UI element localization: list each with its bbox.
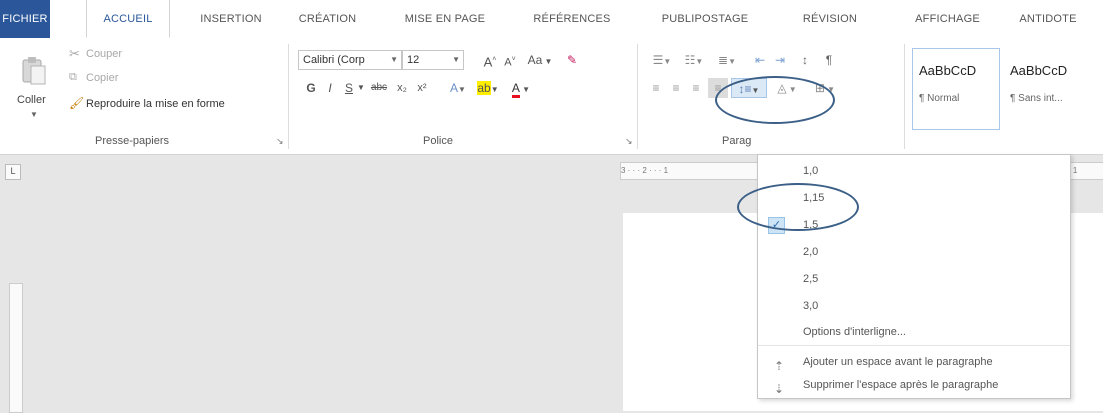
align-center-icon[interactable]: ≡ bbox=[668, 78, 684, 98]
menu-item-3-0[interactable]: 3,0 bbox=[758, 295, 1070, 317]
separator bbox=[288, 44, 289, 149]
scissors-icon: ✂ bbox=[69, 46, 80, 61]
numbering-icon[interactable]: ☷▼ bbox=[680, 50, 708, 70]
highlight-icon[interactable]: ab▼ bbox=[474, 78, 502, 98]
cut-button[interactable]: Couper bbox=[86, 48, 122, 60]
annotation-ellipse bbox=[715, 76, 835, 124]
decrease-indent-icon[interactable]: ⇤ bbox=[752, 50, 768, 70]
chevron-down-icon: ▼ bbox=[390, 55, 398, 64]
vertical-ruler[interactable] bbox=[9, 283, 23, 413]
tab-fichier[interactable]: FICHIER bbox=[0, 0, 50, 38]
clear-formatting-icon[interactable]: ✎ bbox=[563, 50, 581, 70]
clipboard-group-label: Presse-papiers bbox=[95, 135, 169, 147]
font-color-icon[interactable]: A ▼ bbox=[508, 78, 534, 98]
change-case-label: Aa bbox=[527, 53, 543, 67]
style-no-spacing[interactable]: AaBbCcD ¶ Sans int... bbox=[1003, 48, 1103, 130]
style-name: ¶ Sans int... bbox=[1010, 93, 1063, 104]
ribbon-tab-bar: FICHIER ACCUEIL INSERTION CRÉATION MISE … bbox=[0, 0, 1103, 39]
change-case-button[interactable]: Aa ▼ bbox=[525, 50, 555, 70]
paragraph-group-label: Parag bbox=[722, 135, 752, 147]
subscript-button[interactable]: x₂ bbox=[393, 78, 411, 98]
font-group-label: Police bbox=[423, 135, 453, 147]
sort-icon[interactable]: ↕ bbox=[797, 50, 813, 70]
tab-selector-icon[interactable]: L bbox=[5, 164, 21, 180]
shrink-font-icon[interactable]: A˅ bbox=[502, 50, 518, 70]
style-normal[interactable]: AaBbCcD ¶ Normal bbox=[912, 48, 1000, 130]
paste-icon bbox=[20, 56, 48, 86]
tab-creation[interactable]: CRÉATION bbox=[290, 0, 365, 38]
separator bbox=[637, 44, 638, 149]
copy-button[interactable]: Copier bbox=[86, 72, 118, 84]
remove-space-after-icon: ⇣ bbox=[774, 382, 785, 396]
tab-affichage[interactable]: AFFICHAGE bbox=[905, 0, 990, 38]
bold-button[interactable]: G bbox=[304, 78, 318, 98]
menu-item-2-0[interactable]: 2,0 bbox=[758, 241, 1070, 263]
tab-antidote[interactable]: ANTIDOTE bbox=[1008, 0, 1088, 38]
chevron-down-icon: ▼ bbox=[452, 55, 460, 64]
menu-item-2-5[interactable]: 2,5 bbox=[758, 268, 1070, 290]
tab-revision[interactable]: RÉVISION bbox=[790, 0, 870, 38]
font-size-value: 12 bbox=[407, 54, 420, 66]
text-effects-icon[interactable]: A▼ bbox=[447, 78, 469, 98]
style-name: ¶ Normal bbox=[919, 93, 960, 104]
menu-item-remove-space-after[interactable]: ⇣ Supprimer l'espace après le paragraphe bbox=[758, 374, 1070, 396]
separator bbox=[904, 44, 905, 149]
increase-indent-icon[interactable]: ⇥ bbox=[772, 50, 788, 70]
horizontal-ruler[interactable]: 3 · · · 2 · · · 1 bbox=[620, 162, 767, 180]
underline-button[interactable]: S bbox=[342, 78, 356, 98]
superscript-button[interactable]: x² bbox=[413, 78, 431, 98]
multilevel-list-icon[interactable]: ≣▼ bbox=[712, 50, 742, 70]
clipboard-launcher-icon[interactable]: ↘ bbox=[276, 137, 285, 146]
menu-item-add-space-before[interactable]: ⇡ Ajouter un espace avant le paragraphe bbox=[758, 351, 1070, 373]
style-sample: AaBbCcD bbox=[919, 63, 977, 78]
tab-references[interactable]: RÉFÉRENCES bbox=[522, 0, 622, 38]
bullets-icon[interactable]: ☰▼ bbox=[648, 50, 676, 70]
strikethrough-button[interactable]: abc bbox=[368, 78, 390, 98]
menu-item-1-0[interactable]: 1,0 bbox=[758, 160, 1070, 182]
font-name-combo[interactable]: Calibri (Corp ▼ bbox=[298, 50, 402, 70]
tab-insertion[interactable]: INSERTION bbox=[187, 0, 275, 38]
copy-icon: ⧉ bbox=[69, 71, 77, 83]
annotation-ellipse bbox=[737, 183, 859, 231]
font-launcher-icon[interactable]: ↘ bbox=[625, 137, 634, 146]
format-painter-button[interactable]: Reproduire la mise en forme bbox=[86, 98, 225, 110]
align-right-icon[interactable]: ≡ bbox=[688, 78, 704, 98]
font-name-value: Calibri (Corp bbox=[303, 54, 365, 66]
align-left-icon[interactable]: ≡ bbox=[648, 78, 664, 98]
font-size-combo[interactable]: 12 ▼ bbox=[402, 50, 464, 70]
pilcrow-icon[interactable]: ¶ bbox=[822, 50, 836, 70]
format-painter-icon: 🖌 bbox=[69, 96, 85, 110]
horizontal-ruler-right[interactable]: · 1 bbox=[1067, 162, 1103, 180]
tab-publipostage[interactable]: PUBLIPOSTAGE bbox=[650, 0, 760, 38]
grow-font-icon[interactable]: A˄ bbox=[482, 50, 498, 70]
tab-mise-en-page[interactable]: MISE EN PAGE bbox=[395, 0, 495, 38]
underline-dropdown-icon[interactable]: ▼ bbox=[356, 78, 366, 98]
ribbon-home: Coller ▼ ✂ Couper ⧉ Copier 🖌 Reproduire … bbox=[0, 38, 1103, 155]
italic-button[interactable]: I bbox=[324, 78, 336, 98]
paste-dropdown-chevron-icon[interactable]: ▼ bbox=[30, 110, 38, 119]
ruler-ticks: 3 · · · 2 · · · 1 bbox=[621, 166, 669, 175]
paste-button[interactable]: Coller bbox=[17, 94, 57, 110]
menu-item-line-spacing-options[interactable]: Options d'interligne... bbox=[758, 321, 1070, 343]
menu-separator bbox=[758, 345, 1070, 346]
style-sample: AaBbCcD bbox=[1010, 63, 1068, 78]
tab-accueil[interactable]: ACCUEIL bbox=[86, 0, 170, 38]
